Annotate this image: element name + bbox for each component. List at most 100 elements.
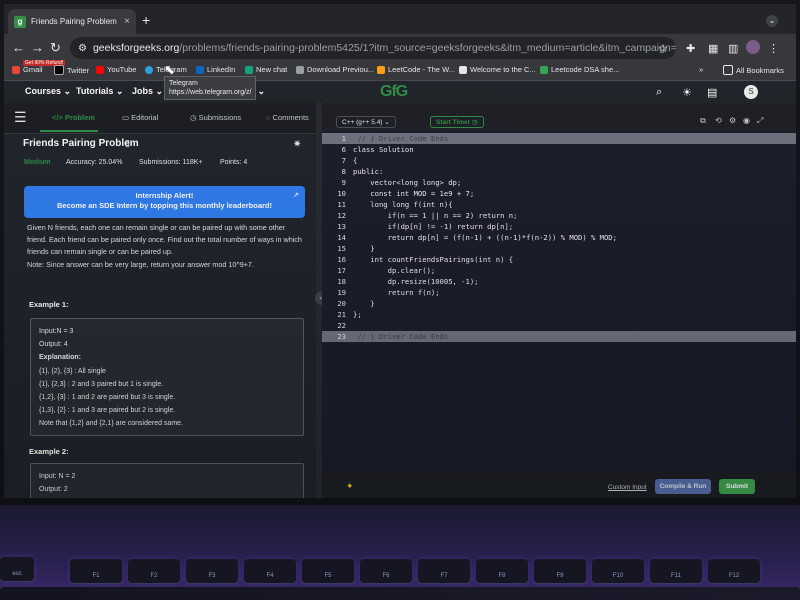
gfg-favicon-icon: g bbox=[14, 15, 26, 28]
code-line: 23 // } Driver Code Ends bbox=[322, 331, 796, 342]
tab-comments[interactable]: ◌ Comments bbox=[266, 113, 309, 122]
tab-search-icon[interactable]: ⌄ bbox=[766, 15, 778, 27]
code-area[interactable]: 1 // } Driver Code Ends 6 class Solution … bbox=[322, 131, 796, 471]
tutorials-menu[interactable]: Tutorials ⌄ bbox=[76, 86, 123, 97]
site-info-icon[interactable]: ⚙ bbox=[78, 43, 87, 54]
start-timer-button[interactable]: Start Timer ◷ bbox=[430, 116, 484, 128]
reload-icon[interactable]: ↻ bbox=[50, 40, 61, 56]
code-line: 13 if(dp[n] != -1) return dp[n]; bbox=[337, 222, 514, 231]
menu-icon[interactable]: ☰ bbox=[14, 109, 27, 126]
profile-avatar[interactable] bbox=[746, 40, 760, 54]
internship-alert-banner[interactable]: Internship Alert! Become an SDE Intern b… bbox=[24, 186, 305, 218]
forward-icon[interactable]: → bbox=[31, 40, 44, 55]
bookmark-download[interactable]: Download Previou... bbox=[296, 65, 374, 74]
example-line: Note that {1,2} and {2,1} are considered… bbox=[39, 420, 183, 428]
key-f2: F2 bbox=[128, 559, 180, 583]
example-line: {1}, {2,3} : 2 and 3 paired but 1 is sin… bbox=[39, 380, 164, 388]
example-line: Input: N = 2 bbox=[39, 473, 76, 480]
browser-menu-icon[interactable]: ⋮ bbox=[768, 42, 779, 55]
key-f11: F11 bbox=[650, 559, 702, 583]
tab-strip: g Friends Pairing Problem | Prac × + ⌄ bbox=[4, 4, 796, 34]
bookmark-welcome[interactable]: Welcome to the C... bbox=[459, 65, 536, 74]
page-icon bbox=[296, 65, 304, 74]
leetcode-icon bbox=[377, 65, 385, 74]
folder-icon bbox=[723, 65, 733, 75]
theme-toggle-icon[interactable]: ☀ bbox=[682, 86, 692, 99]
bookmark-youtube[interactable]: YouTube bbox=[96, 65, 136, 74]
reset-icon[interactable]: ⟲ bbox=[715, 116, 722, 125]
x-icon bbox=[54, 65, 64, 75]
code-line: 6 class Solution bbox=[341, 145, 414, 154]
sidebar-icon[interactable]: ▥ bbox=[728, 42, 738, 55]
code-line: 10 const int MOD = 1e9 + 7; bbox=[337, 189, 475, 198]
submit-button[interactable]: Submit bbox=[719, 479, 755, 494]
bookmark-linkedin[interactable]: LinkedIn bbox=[196, 65, 235, 74]
key-esc: esc bbox=[0, 557, 34, 581]
bookmarks-bar: Get 90% Refund! Gmail Twitter YouTube Te… bbox=[4, 60, 796, 81]
copy-icon[interactable]: ⧉ bbox=[700, 116, 706, 126]
code-line: 16 int countFriendsPairings(int n) { bbox=[337, 255, 514, 264]
browser-tab[interactable]: g Friends Pairing Problem | Prac × bbox=[8, 9, 136, 34]
bookmark-tooltip: Telegram https://web.telegram.org/z/ bbox=[164, 76, 257, 100]
all-bookmarks[interactable]: All Bookmarks bbox=[723, 65, 784, 75]
problem-tabs: ☰ </> Problem ▭ Editorial ◷ Submissions … bbox=[4, 103, 316, 134]
key-f8: F8 bbox=[476, 559, 528, 583]
tooltip-title: Telegram bbox=[169, 80, 198, 87]
bookmark-star-icon[interactable]: ☆ bbox=[658, 42, 668, 55]
linkedin-icon bbox=[196, 65, 204, 74]
mouse-cursor-icon: ⬉ bbox=[164, 62, 175, 77]
key-row bbox=[0, 587, 800, 600]
code-line: 8 public: bbox=[341, 167, 384, 176]
chatgpt-icon bbox=[245, 65, 253, 74]
key-f1: F1 bbox=[70, 559, 122, 583]
bookmark-new-chat[interactable]: New chat bbox=[245, 65, 287, 74]
new-tab-button[interactable]: + bbox=[142, 12, 150, 28]
code-line: 21}; bbox=[337, 310, 362, 319]
example-line: {1,2}, {3} : 1 and 2 are paired but 3 is… bbox=[39, 394, 176, 402]
example-line: Output: 4 bbox=[39, 341, 68, 349]
bookmark-sheet[interactable]: Leetcode DSA she... bbox=[540, 65, 619, 74]
example-line: {1,3}, {2} : 1 and 3 are paired but 2 is… bbox=[39, 407, 176, 415]
lightbulb-icon[interactable]: ✦ bbox=[346, 481, 354, 492]
tab-problem[interactable]: </> Problem bbox=[52, 113, 95, 122]
bookmark-leetcode[interactable]: LeetCode - The W... bbox=[377, 65, 455, 74]
editor-footer: ✦ Custom Input Compile & Run Submit bbox=[322, 475, 796, 498]
jobs-menu[interactable]: Jobs ⌄ bbox=[132, 86, 163, 97]
more-bookmarks-button[interactable]: » bbox=[699, 65, 703, 74]
gfg-logo[interactable]: GfG bbox=[380, 83, 408, 101]
settings-icon[interactable]: ⚙ bbox=[729, 116, 736, 125]
search-icon[interactable]: ⌕ bbox=[656, 86, 662, 99]
code-editor-panel: C++ (g++ 5.4) ⌄ Start Timer ◷ ⧉ ⟲ ⚙ ◉ ⤢ … bbox=[322, 103, 796, 498]
info-icon[interactable]: ◉ bbox=[743, 116, 750, 125]
alert-heading: Internship Alert! bbox=[135, 191, 194, 200]
custom-input-link[interactable]: Custom Input bbox=[608, 484, 647, 491]
key-f5: F5 bbox=[302, 559, 354, 583]
youtube-icon bbox=[96, 65, 104, 74]
user-avatar[interactable]: S bbox=[744, 85, 758, 99]
extension-icon-2[interactable]: ▦ bbox=[708, 42, 718, 55]
bookmark-icon[interactable]: ▯ bbox=[125, 138, 130, 149]
compile-run-button[interactable]: Compile & Run bbox=[655, 479, 711, 494]
address-bar[interactable]: ⚙ geeksforgeeks.org /problems/friends-pa… bbox=[70, 37, 676, 59]
language-select[interactable]: C++ (g++ 5.4) ⌄ bbox=[336, 116, 396, 128]
report-bug-icon[interactable]: ✷ bbox=[293, 139, 301, 150]
courses-menu[interactable]: Courses ⌄ bbox=[25, 86, 71, 97]
tab-close-icon[interactable]: × bbox=[124, 16, 130, 27]
tab-editorial[interactable]: ▭ Editorial bbox=[122, 113, 158, 122]
external-link-icon: ↗ bbox=[293, 192, 299, 199]
bookmark-twitter[interactable]: Twitter bbox=[54, 65, 89, 75]
code-line: 19 return f(n); bbox=[337, 288, 440, 297]
submissions-stat: Submissions: 118K+ bbox=[139, 159, 203, 166]
example-line: Explanation: bbox=[39, 354, 82, 362]
tab-submissions[interactable]: ◷ Submissions bbox=[190, 113, 241, 122]
code-line: 11 long long f(int n){ bbox=[337, 200, 453, 209]
problem-description: Given N friends, each one can remain sin… bbox=[27, 222, 307, 271]
bookmark-gmail[interactable]: Gmail bbox=[12, 65, 43, 74]
accuracy-stat: Accuracy: 25.04% bbox=[66, 159, 123, 166]
back-icon[interactable]: ← bbox=[12, 40, 25, 55]
extensions-icon[interactable]: ✚ bbox=[686, 42, 695, 55]
example-line: {1}, {2}, {3} : All single bbox=[39, 367, 106, 375]
fullscreen-icon[interactable]: ⤢ bbox=[757, 116, 763, 126]
notes-icon[interactable]: ▤ bbox=[707, 86, 717, 99]
problem-panel: ☰ </> Problem ▭ Editorial ◷ Submissions … bbox=[4, 103, 316, 498]
